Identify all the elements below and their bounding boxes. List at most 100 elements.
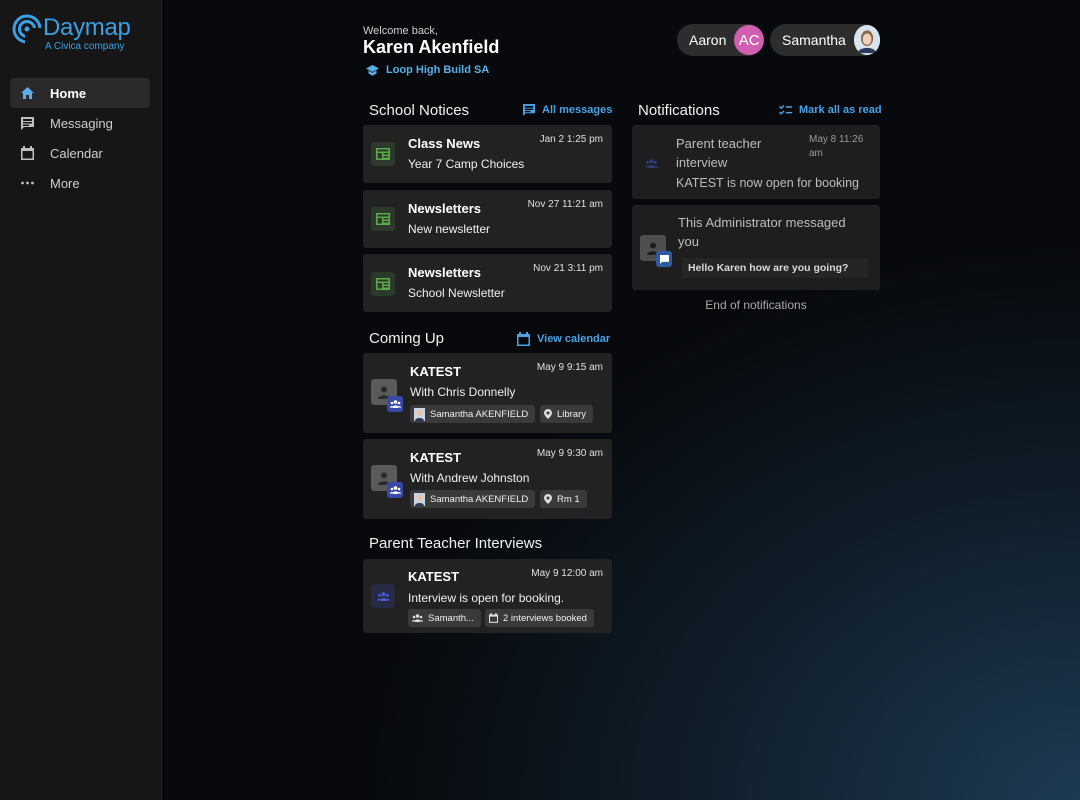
- group-icon: [644, 155, 659, 173]
- welcome-text: Welcome back,: [363, 25, 438, 37]
- interview-card[interactable]: KATEST Interview is open for booking. Ma…: [363, 559, 612, 633]
- sidebar-item-label: More: [50, 175, 80, 191]
- calendar-icon: [20, 146, 34, 160]
- message-icon: [20, 116, 34, 130]
- location-pin-icon: [544, 409, 552, 419]
- student-avatar-icon: [414, 492, 425, 506]
- person-name: Samantha AKENFIELD: [430, 408, 529, 420]
- person-name: Samantha AKENFIELD: [430, 493, 529, 505]
- message-icon: [523, 104, 535, 116]
- sidebar-item-calendar[interactable]: Calendar: [10, 138, 150, 168]
- profile-samantha[interactable]: Samantha: [770, 24, 880, 56]
- notice-title: Class News: [408, 136, 481, 151]
- notification-title: This Administrator messaged you: [678, 213, 846, 251]
- notice-card[interactable]: Class News Year 7 Camp Choices Jan 2 1:2…: [363, 125, 612, 183]
- person-chip: Samanth...: [408, 609, 481, 627]
- notice-subtitle: Year 7 Camp Choices: [408, 157, 525, 171]
- group-icon: [387, 482, 403, 498]
- location-name: Rm 1: [557, 493, 580, 505]
- notification-title-line: Parent teacher: [676, 136, 762, 151]
- booked-chip: 2 interviews booked: [485, 609, 594, 627]
- event-card[interactable]: KATEST With Andrew Johnston May 9 9:30 a…: [363, 439, 612, 519]
- view-calendar-link[interactable]: View calendar: [517, 332, 610, 346]
- event-title: KATEST: [410, 364, 462, 379]
- sidebar-item-more[interactable]: More: [10, 168, 150, 198]
- notice-subtitle: School Newsletter: [408, 286, 505, 300]
- notification-body: KATEST is now open for booking: [676, 176, 859, 190]
- location-name: Library: [557, 408, 587, 420]
- notice-card[interactable]: Newsletters New newsletter Nov 27 11:21 …: [363, 190, 612, 248]
- notification-time-line: am: [809, 148, 823, 159]
- event-subtitle: With Chris Donnelly: [410, 385, 516, 399]
- profile-name: Samantha: [782, 32, 846, 48]
- all-messages-link[interactable]: All messages: [523, 104, 612, 116]
- location-chip: Rm 1: [540, 490, 587, 508]
- profile-aaron[interactable]: Aaron AC: [677, 24, 764, 56]
- event-card[interactable]: KATEST With Chris Donnelly May 9 9:15 am…: [363, 353, 612, 433]
- more-icon: [20, 176, 34, 190]
- sidebar-item-messaging[interactable]: Messaging: [10, 108, 150, 138]
- notice-subtitle: New newsletter: [408, 222, 491, 236]
- calendar-check-icon: [489, 613, 498, 623]
- notifications-title: Notifications: [638, 102, 720, 119]
- logo-name: Daymap: [43, 14, 131, 41]
- notice-time: Nov 21 3:11 pm: [533, 263, 603, 274]
- all-messages-label: All messages: [542, 104, 613, 116]
- sidebar: Daymap A Civica company Home Messaging C…: [0, 0, 162, 800]
- notification-time-line: May 8 11:26: [809, 134, 864, 145]
- notification-time: May 8 11:26 am: [809, 133, 863, 161]
- group-icon: [371, 584, 395, 608]
- sidebar-item-home[interactable]: Home: [10, 78, 150, 108]
- location-pin-icon: [544, 494, 552, 504]
- sidebar-item-label: Home: [50, 85, 87, 101]
- interview-subtitle: Interview is open for booking.: [408, 591, 565, 605]
- school-notices-title: School Notices: [369, 102, 470, 119]
- mark-all-read-link[interactable]: Mark all as read: [779, 104, 882, 116]
- event-subtitle: With Andrew Johnston: [410, 471, 530, 485]
- notice-title: Newsletters: [408, 201, 481, 216]
- daymap-logo[interactable]: Daymap A Civica company: [12, 14, 131, 52]
- newsletter-icon: [371, 207, 395, 231]
- home-icon: [20, 86, 34, 100]
- profile-name: Aaron: [689, 32, 727, 48]
- message-preview: Hello Karen how are you going?: [682, 258, 868, 278]
- sidebar-item-label: Messaging: [50, 115, 113, 131]
- sidebar-item-label: Calendar: [50, 145, 103, 161]
- notice-time: Jan 2 1:25 pm: [539, 134, 603, 145]
- newsletter-icon: [371, 272, 395, 296]
- event-time: May 9 9:15 am: [536, 362, 603, 373]
- notice-time: Nov 27 11:21 am: [527, 199, 603, 210]
- event-time: May 9 9:30 am: [536, 448, 603, 459]
- interview-time: May 9 12:00 am: [531, 568, 603, 579]
- location-chip: Library: [540, 405, 594, 423]
- notice-card[interactable]: Newsletters School Newsletter Nov 21 3:1…: [363, 254, 612, 312]
- notice-title: Newsletters: [408, 265, 481, 280]
- notification-title-line: you: [678, 234, 699, 249]
- booked-count: 2 interviews booked: [503, 612, 587, 624]
- notification-title-line: interview: [676, 155, 728, 170]
- avatar: AC: [734, 25, 764, 55]
- mark-all-read-label: Mark all as read: [799, 104, 882, 116]
- coming-up-title: Coming Up: [369, 330, 445, 347]
- user-name: Karen Akenfield: [363, 37, 500, 57]
- end-of-notifications: End of notifications: [705, 298, 807, 312]
- person-chip: Samantha AKENFIELD: [410, 490, 536, 508]
- logo-tagline: A Civica company: [45, 41, 125, 52]
- notification-card[interactable]: This Administrator messaged you Hello Ka…: [632, 205, 880, 290]
- notification-card[interactable]: Parent teacher interview KATEST is now o…: [632, 125, 880, 199]
- message-icon: [656, 251, 672, 267]
- newsletter-icon: [371, 142, 395, 166]
- view-calendar-label: View calendar: [537, 333, 611, 345]
- daymap-logo-icon: [12, 14, 42, 44]
- checklist-icon: [779, 104, 792, 115]
- notification-title-line: This Administrator messaged: [678, 215, 846, 230]
- group-icon: [387, 396, 403, 412]
- person-name: Samanth...: [428, 612, 474, 624]
- person-chip: Samantha AKENFIELD: [410, 405, 536, 423]
- avatar: [853, 25, 880, 55]
- event-title: KATEST: [410, 450, 462, 465]
- interview-title: KATEST: [408, 569, 460, 584]
- school-selector[interactable]: Loop High Build SA: [366, 64, 489, 76]
- interviews-title: Parent Teacher Interviews: [369, 535, 543, 552]
- student-avatar-icon: [414, 407, 425, 421]
